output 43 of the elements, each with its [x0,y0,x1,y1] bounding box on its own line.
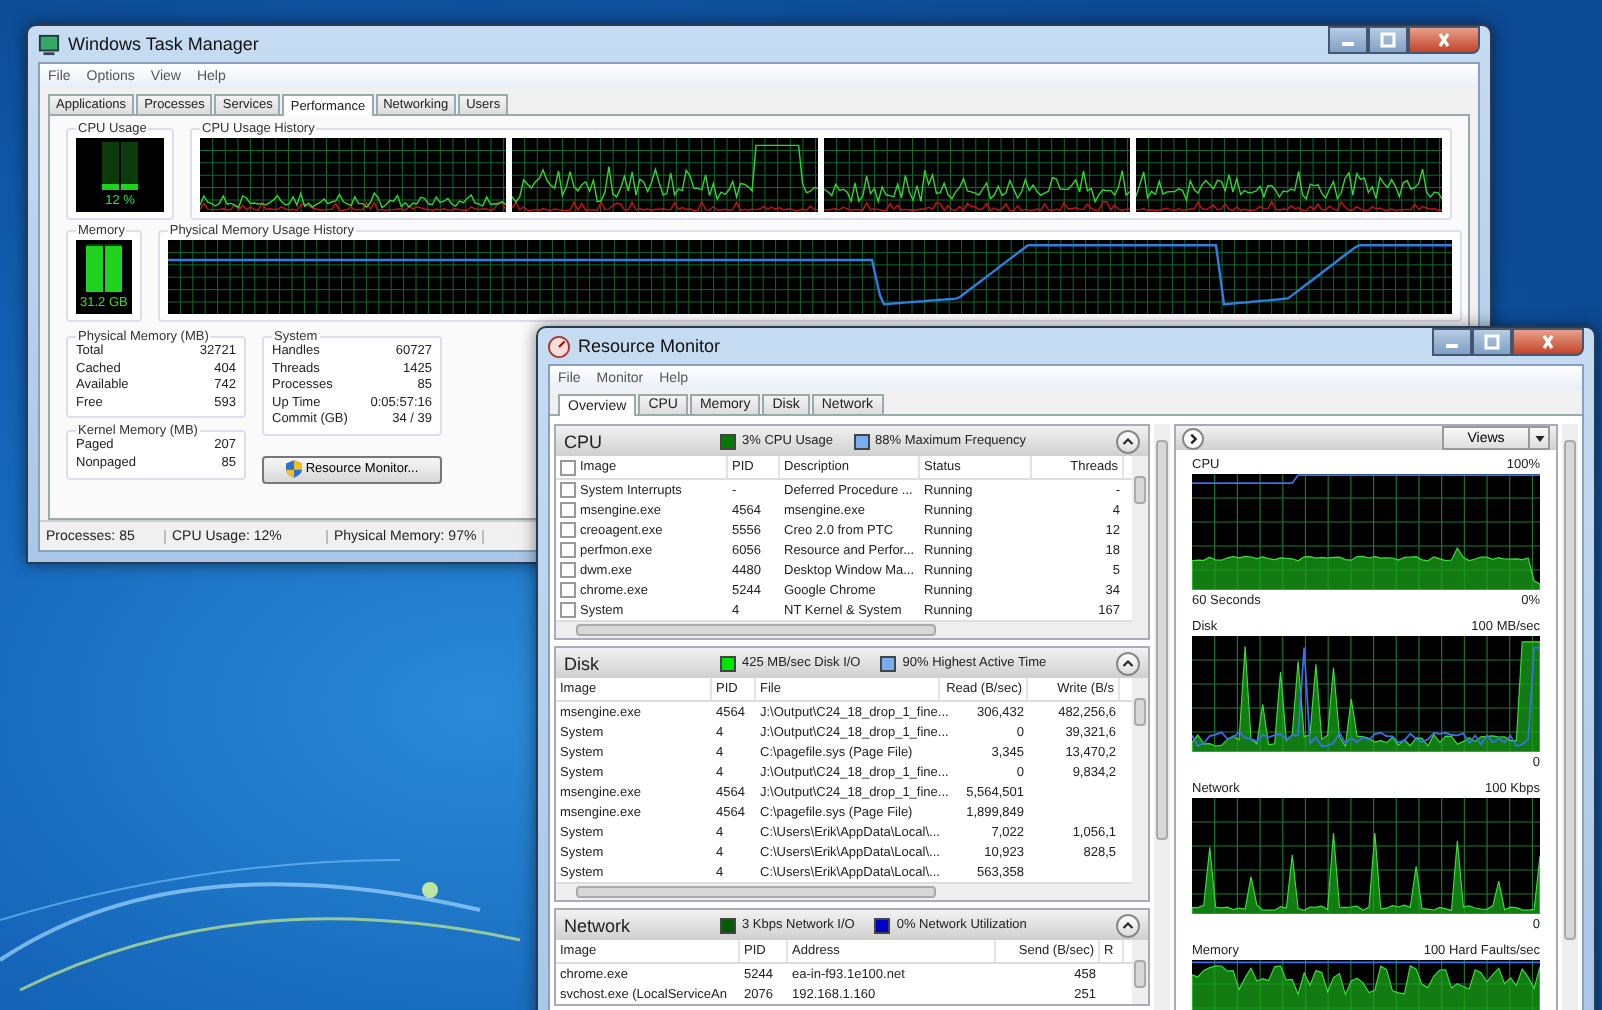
shield-icon [285,460,302,479]
vertical-scrollbar[interactable] [1132,678,1148,900]
checkbox[interactable] [560,602,576,618]
expand-button[interactable] [1182,427,1204,449]
vertical-scrollbar[interactable] [1132,940,1148,1004]
checkbox[interactable] [560,502,576,518]
dropdown-button[interactable] [1530,426,1550,450]
collapse-button[interactable] [1116,651,1140,675]
window-title: Resource Monitor [578,336,721,356]
horizontal-scrollbar[interactable] [556,882,1132,900]
checkbox[interactable] [560,459,576,475]
checkbox[interactable] [560,522,576,538]
horizontal-scrollbar[interactable] [556,620,1132,638]
section-title: CPU [564,431,605,451]
vertical-scrollbar[interactable] [1132,456,1148,638]
maximize-icon [1482,334,1502,350]
close-button[interactable] [1512,328,1584,356]
maximize-button[interactable] [1472,328,1512,356]
maximize-icon [1378,32,1398,48]
caret-down-icon [1533,433,1545,443]
collapse-button[interactable] [1116,913,1140,937]
minimize-button[interactable] [1328,26,1368,54]
chevron-right-icon [1186,431,1200,445]
vertical-scrollbar[interactable] [1154,424,1170,1010]
monitor-icon [38,33,60,55]
vertical-scrollbar[interactable] [1562,424,1578,1010]
maximize-button[interactable] [1368,26,1408,54]
collapse-button[interactable] [1116,429,1140,453]
close-button[interactable] [1408,26,1480,54]
section-title: Network [564,915,633,935]
window-title: Windows Task Manager [68,34,259,54]
chevron-up-icon [1122,920,1134,930]
minimize-button[interactable] [1432,328,1472,356]
close-icon [1538,334,1558,350]
checkbox[interactable] [560,562,576,578]
checkbox[interactable] [560,582,576,598]
section-title: Disk [564,653,601,673]
checkbox[interactable] [560,482,576,498]
chevron-up-icon [1122,436,1134,446]
chevron-up-icon [1122,658,1134,668]
checkbox[interactable] [560,542,576,558]
close-icon [1434,32,1454,48]
gauge-icon [548,335,570,357]
